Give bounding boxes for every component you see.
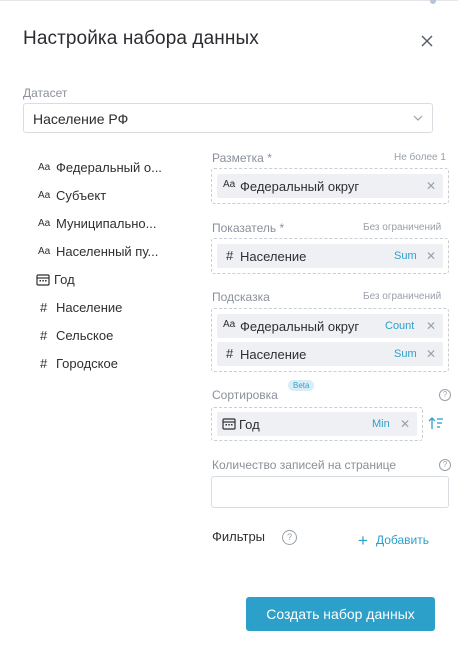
aggregation-selector[interactable]: Count <box>385 320 414 332</box>
tooltip-label: Подсказка <box>212 290 270 304</box>
remove-icon[interactable]: ✕ <box>400 417 410 431</box>
add-filter-label: Добавить <box>375 533 429 547</box>
page-size-label: Количество записей на странице <box>212 458 397 472</box>
help-icon[interactable]: ? <box>439 389 451 401</box>
text-type-icon: Aa <box>38 218 51 229</box>
dialog-title: Настройка набора данных <box>23 28 259 49</box>
tooltip-chip[interactable]: Aa Федеральный округ Count ✕ <box>217 314 443 338</box>
text-type-icon: Aa <box>223 179 236 190</box>
chip-name: Федеральный округ <box>240 319 360 334</box>
field-label: Сельское <box>56 328 114 343</box>
field-item-urban[interactable]: # Городское <box>38 356 118 371</box>
field-label: Городское <box>56 356 118 371</box>
calendar-icon <box>36 274 50 286</box>
field-label: Население <box>56 300 123 315</box>
number-type-icon: # <box>40 328 48 343</box>
close-icon[interactable] <box>418 32 436 50</box>
markup-drop-zone[interactable]: Aa Федеральный округ ✕ <box>211 168 449 204</box>
sorting-chip[interactable]: Год Min ✕ <box>217 412 417 436</box>
aggregation-selector[interactable]: Sum <box>394 250 417 262</box>
help-icon[interactable]: ? <box>282 530 297 545</box>
tooltip-hint: Без ограничений <box>363 291 442 302</box>
chip-name: Федеральный округ <box>240 179 360 194</box>
scroll-indicator <box>430 0 436 4</box>
help-icon[interactable]: ? <box>439 459 451 471</box>
markup-label: Разметка * <box>212 151 272 165</box>
remove-icon[interactable]: ✕ <box>426 347 436 361</box>
sorting-label: Сортировка <box>212 388 278 402</box>
text-type-icon: Aa <box>38 246 51 257</box>
chip-name: Год <box>239 417 260 432</box>
field-label: Населенный пу... <box>56 244 159 259</box>
indicator-hint: Без ограничений <box>363 222 442 233</box>
field-item-federal-district[interactable]: Aa Федеральный о... <box>38 160 162 175</box>
field-label: Федеральный о... <box>56 160 162 175</box>
dataset-select[interactable]: Население РФ <box>23 103 433 133</box>
beta-badge: Beta <box>288 380 315 391</box>
page-size-input[interactable] <box>211 476 449 508</box>
field-item-settlement[interactable]: Aa Населенный пу... <box>38 244 158 259</box>
sorting-drop-zone[interactable]: Год Min ✕ <box>211 407 423 441</box>
chevron-down-icon <box>413 115 423 121</box>
dataset-label: Датасет <box>23 86 68 100</box>
filters-label: Фильтры <box>212 529 266 544</box>
field-item-rural[interactable]: # Сельское <box>38 328 113 343</box>
number-type-icon: # <box>40 300 48 315</box>
field-label: Субъект <box>56 188 107 203</box>
chip-name: Население <box>240 347 307 362</box>
indicator-drop-zone[interactable]: # Население Sum ✕ <box>211 238 449 274</box>
dataset-value: Население РФ <box>33 111 129 127</box>
calendar-icon <box>222 418 236 430</box>
text-type-icon: Aa <box>38 162 51 173</box>
field-label: Муниципально... <box>56 216 157 231</box>
sort-direction-icon[interactable] <box>428 416 444 430</box>
add-filter-button[interactable]: + Добавить <box>358 531 429 551</box>
number-type-icon: # <box>40 356 48 371</box>
indicator-chip[interactable]: # Население Sum ✕ <box>217 244 443 268</box>
create-dataset-button[interactable]: Создать набор данных <box>246 597 435 631</box>
markup-chip[interactable]: Aa Федеральный округ ✕ <box>217 174 443 198</box>
field-item-subject[interactable]: Aa Субъект <box>38 188 106 203</box>
chip-name: Население <box>240 249 307 264</box>
aggregation-selector[interactable]: Min <box>372 418 390 430</box>
field-label: Год <box>54 272 75 287</box>
plus-icon: + <box>358 531 368 550</box>
field-item-population[interactable]: # Население <box>38 300 122 315</box>
field-item-year[interactable]: Год <box>36 272 75 287</box>
text-type-icon: Aa <box>38 190 51 201</box>
number-type-icon: # <box>226 248 234 263</box>
text-type-icon: Aa <box>223 319 236 330</box>
indicator-label: Показатель * <box>212 221 285 235</box>
field-item-municipality[interactable]: Aa Муниципально... <box>38 216 157 231</box>
remove-icon[interactable]: ✕ <box>426 249 436 263</box>
markup-hint: Не более 1 <box>394 152 446 163</box>
tooltip-chip[interactable]: # Население Sum ✕ <box>217 342 443 366</box>
number-type-icon: # <box>226 346 234 361</box>
remove-icon[interactable]: ✕ <box>426 319 436 333</box>
top-divider <box>0 0 458 1</box>
remove-icon[interactable]: ✕ <box>426 179 436 193</box>
aggregation-selector[interactable]: Sum <box>394 348 417 360</box>
tooltip-drop-zone[interactable]: Aa Федеральный округ Count ✕ # Население… <box>211 308 449 372</box>
